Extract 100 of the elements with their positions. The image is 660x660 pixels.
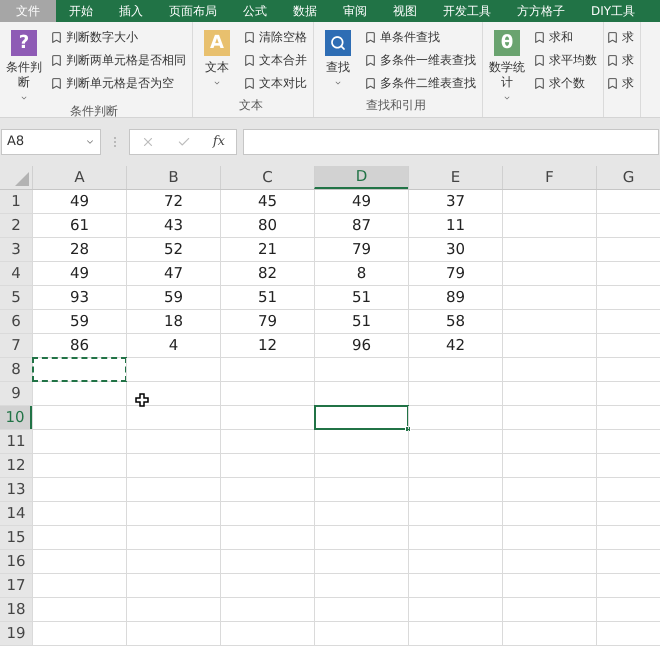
ribbon-tab[interactable]: 视图 bbox=[380, 0, 430, 22]
cell-value: 93 bbox=[70, 287, 90, 308]
ribbon-command[interactable]: 文本对比 bbox=[243, 74, 307, 92]
insert-function-button[interactable]: fx bbox=[212, 132, 225, 152]
cell-value: 21 bbox=[258, 239, 278, 260]
group-label: 条件判断 bbox=[69, 103, 119, 117]
row-header[interactable]: 1 bbox=[0, 190, 32, 213]
ribbon-command[interactable]: 单条件查找 bbox=[364, 28, 476, 46]
ribbon-tab[interactable]: 页面布局 bbox=[156, 0, 230, 22]
ribbon-large-button[interactable]: 查找 bbox=[316, 22, 360, 96]
ribbon-tab[interactable]: 开发工具 bbox=[430, 0, 504, 22]
name-box[interactable]: A8 bbox=[1, 129, 101, 155]
row-header[interactable]: 17 bbox=[0, 574, 32, 597]
bookmark-icon bbox=[243, 54, 256, 66]
cell-value: 49 bbox=[70, 263, 90, 284]
row-header[interactable]: 4 bbox=[0, 262, 32, 285]
cell-value: 86 bbox=[70, 335, 90, 356]
row-header[interactable]: 5 bbox=[0, 286, 32, 309]
caret-icon bbox=[213, 79, 221, 87]
ribbon-command[interactable]: 求和 bbox=[533, 28, 597, 46]
cell-value: 89 bbox=[446, 287, 466, 308]
caret-icon bbox=[334, 79, 342, 87]
cell-value: 96 bbox=[352, 335, 372, 356]
ribbon-tab[interactable]: 审阅 bbox=[330, 0, 380, 22]
cell-value: 8 bbox=[356, 263, 366, 284]
row-header[interactable]: 11 bbox=[0, 430, 32, 453]
ribbon-command[interactable]: 多条件一维表查找 bbox=[364, 51, 476, 69]
ribbon-tab[interactable]: 插入 bbox=[106, 0, 156, 22]
cell-value: 47 bbox=[164, 263, 184, 284]
cell-value: 11 bbox=[446, 215, 466, 236]
row-header[interactable]: 16 bbox=[0, 550, 32, 573]
row-header[interactable]: 14 bbox=[0, 502, 32, 525]
ribbon-large-button[interactable]: θ 数学统计 bbox=[485, 22, 529, 102]
book-icon: θ bbox=[494, 30, 520, 56]
ribbon-large-button[interactable]: A 文本 bbox=[195, 22, 239, 96]
row-header[interactable]: 3 bbox=[0, 238, 32, 261]
cell-value: 43 bbox=[164, 215, 184, 236]
row-header[interactable]: 9 bbox=[0, 382, 32, 405]
ribbon-command[interactable]: 判断单元格是否为空 bbox=[50, 74, 186, 92]
bookmark-icon bbox=[50, 76, 63, 90]
ribbon-command[interactable]: 求 bbox=[606, 51, 634, 69]
cell-value: 80 bbox=[258, 215, 278, 236]
ribbon-command[interactable]: 文本合并 bbox=[243, 51, 307, 69]
ribbon-command[interactable]: 求个数 bbox=[533, 74, 597, 92]
ribbon-command[interactable]: 清除空格 bbox=[243, 28, 307, 46]
column-header[interactable]: E bbox=[408, 166, 502, 189]
ribbon-large-button[interactable]: ? 条件判断 bbox=[2, 22, 46, 102]
bookmark-icon bbox=[606, 54, 619, 66]
row-header[interactable]: 19 bbox=[0, 622, 32, 645]
row-header[interactable]: 2 bbox=[0, 214, 32, 237]
cell-value: 79 bbox=[352, 239, 372, 260]
ribbon-command[interactable]: 求平均数 bbox=[533, 51, 597, 69]
row-header[interactable]: 7 bbox=[0, 334, 32, 357]
cell-value: 18 bbox=[164, 311, 184, 332]
ribbon-command[interactable]: 判断数字大小 bbox=[50, 28, 186, 46]
ribbon-tab[interactable]: 数据 bbox=[280, 0, 330, 22]
column-header[interactable]: A bbox=[32, 166, 126, 189]
cell-value: 52 bbox=[164, 239, 184, 260]
row-header[interactable]: 12 bbox=[0, 454, 32, 477]
ribbon-tab[interactable]: DIY工具 bbox=[578, 0, 648, 22]
ribbon-command[interactable]: 多条件二维表查找 bbox=[364, 74, 476, 92]
ribbon-tab[interactable]: 公式 bbox=[230, 0, 280, 22]
ribbon-command[interactable]: 判断两单元格是否相同 bbox=[50, 51, 186, 69]
bookmark-icon bbox=[364, 30, 377, 44]
caret-icon bbox=[503, 94, 511, 102]
bookmark-icon bbox=[50, 30, 63, 44]
cell-value: 72 bbox=[164, 191, 184, 212]
bookmark-icon bbox=[533, 54, 546, 66]
ribbon-tab[interactable]: 开始 bbox=[56, 0, 106, 22]
row-header[interactable]: 10 bbox=[0, 406, 32, 429]
cell-value: 49 bbox=[70, 191, 90, 212]
formula-input[interactable] bbox=[243, 129, 659, 155]
cursor-icon bbox=[135, 393, 149, 407]
column-header[interactable]: B bbox=[126, 166, 220, 189]
search-icon bbox=[325, 30, 351, 56]
row-header[interactable]: 18 bbox=[0, 598, 32, 621]
group-label: 文本 bbox=[238, 97, 264, 114]
cell-value: 61 bbox=[70, 215, 90, 236]
bookmark-icon bbox=[364, 76, 377, 90]
column-header[interactable]: G bbox=[596, 166, 660, 189]
column-header[interactable]: D bbox=[314, 166, 408, 189]
book-icon: ? bbox=[11, 30, 37, 56]
select-all-icon[interactable] bbox=[15, 172, 29, 186]
row-header[interactable]: 8 bbox=[0, 358, 32, 381]
bookmark-icon bbox=[606, 76, 619, 90]
bookmark-icon bbox=[606, 30, 619, 44]
row-header[interactable]: 6 bbox=[0, 310, 32, 333]
ribbon-command[interactable]: 求 bbox=[606, 28, 634, 46]
row-header[interactable]: 13 bbox=[0, 478, 32, 501]
cell-value: 12 bbox=[258, 335, 278, 356]
book-icon: A bbox=[204, 30, 230, 56]
active-cell-border[interactable] bbox=[314, 405, 409, 430]
column-header[interactable]: F bbox=[502, 166, 596, 189]
cell-value: 30 bbox=[446, 239, 466, 260]
row-header[interactable]: 15 bbox=[0, 526, 32, 549]
cell-value: 79 bbox=[258, 311, 278, 332]
ribbon-command[interactable]: 求 bbox=[606, 74, 634, 92]
group-label: 查找和引用 bbox=[365, 97, 427, 114]
bookmark-icon bbox=[243, 76, 256, 90]
ribbon-tab[interactable]: 方方格子 bbox=[504, 0, 578, 22]
